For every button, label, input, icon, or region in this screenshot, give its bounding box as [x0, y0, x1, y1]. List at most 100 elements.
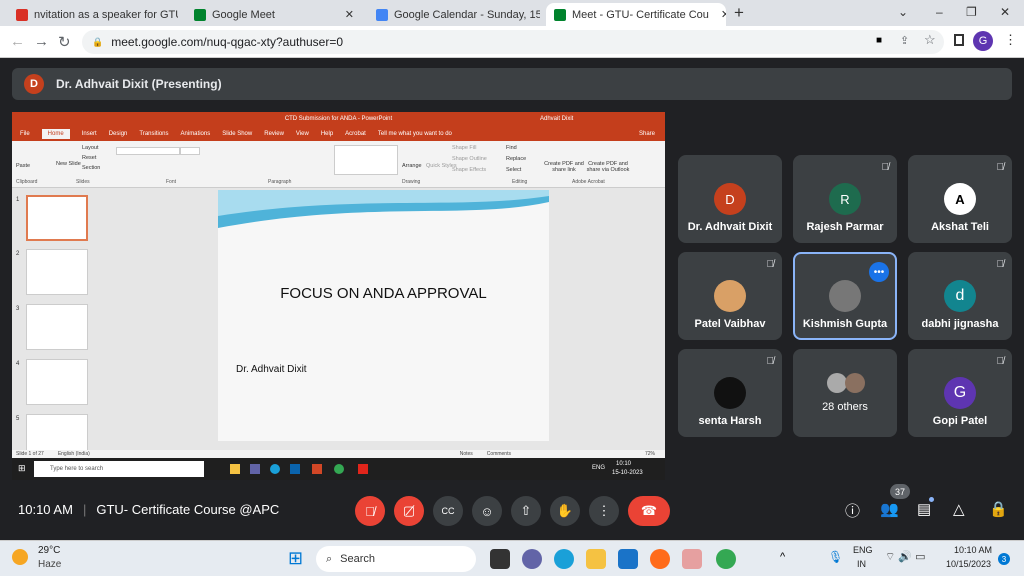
create-pdf-outlook-button[interactable]: Create PDF and share via Outlook: [586, 161, 630, 173]
ribbon-tab[interactable]: Transitions: [139, 131, 168, 137]
ribbon-tab[interactable]: Design: [109, 131, 128, 137]
activities-icon[interactable]: △: [953, 500, 965, 518]
side-panel-icon[interactable]: [954, 34, 964, 46]
mic-off-icon: 🎙̸: [996, 259, 1005, 270]
host-controls-icon[interactable]: 🔒: [989, 500, 1008, 518]
chat-icon[interactable]: ▤: [917, 500, 931, 518]
show-hidden-icons[interactable]: ^: [780, 551, 785, 563]
mail-icon[interactable]: [618, 549, 638, 569]
more-options-button[interactable]: ⋮: [589, 496, 619, 526]
wifi-volume-battery-icons[interactable]: ⌔ 🔊 ▭: [885, 550, 926, 564]
url-input[interactable]: 🔒 meet.google.com/nuq-qgac-xty?authuser=0: [82, 30, 944, 54]
create-pdf-button[interactable]: Create PDF and share link: [544, 161, 584, 173]
slide-canvas[interactable]: FOCUS ON ANDA APPROVAL Dr. Adhvait Dixit: [218, 190, 549, 441]
slide-thumbnail[interactable]: [26, 359, 88, 405]
replace-button[interactable]: Replace: [506, 156, 526, 162]
camera-icon[interactable]: ■: [876, 35, 882, 46]
back-icon[interactable]: ←: [10, 33, 25, 50]
participant-tile[interactable]: D Dr. Adhvait Dixit: [678, 155, 782, 243]
windows-start-button[interactable]: ⊞: [288, 549, 303, 567]
shared-screen: CTD Submission for ANDA - PowerPoint Adhv…: [12, 112, 665, 480]
select-button[interactable]: Select: [506, 167, 521, 173]
shapes-gallery[interactable]: [334, 145, 398, 175]
arrange-button[interactable]: Arrange: [402, 163, 422, 169]
minimize-button[interactable]: –: [936, 5, 943, 19]
find-button[interactable]: Find: [506, 145, 517, 151]
new-tab-button[interactable]: +: [734, 3, 744, 23]
tab-meet-active[interactable]: Meet - GTU- Certificate Cou ✕: [546, 3, 726, 26]
snipping-tool-icon[interactable]: [682, 549, 702, 569]
participant-tile[interactable]: 🎙̸ d dabhi jignasha: [908, 252, 1012, 340]
emoji-button[interactable]: ☺: [472, 496, 502, 526]
close-tab-icon[interactable]: ✕: [721, 8, 726, 21]
mic-toggle-button[interactable]: 🎙̸: [355, 496, 385, 526]
teams-icon: [250, 464, 260, 474]
font-size-box[interactable]: [180, 147, 200, 155]
camera-toggle-button[interactable]: ▢̸: [394, 496, 424, 526]
ribbon-tab[interactable]: Slide Show: [222, 131, 252, 137]
notification-badge[interactable]: 3: [998, 553, 1010, 565]
ribbon-tab[interactable]: File: [20, 131, 30, 137]
menu-icon[interactable]: ⋮: [1004, 32, 1017, 48]
raise-hand-button[interactable]: ✋: [550, 496, 580, 526]
ribbon-tab[interactable]: View: [296, 131, 309, 137]
forward-icon[interactable]: →: [34, 33, 49, 50]
participant-tile[interactable]: 🎙̸ Patel Vaibhav: [678, 252, 782, 340]
present-button[interactable]: ⇧: [511, 496, 541, 526]
ribbon-tab[interactable]: Acrobat: [345, 131, 366, 137]
slide-thumbnail[interactable]: [26, 195, 88, 241]
close-tab-icon[interactable]: ✕: [345, 8, 354, 21]
section-button[interactable]: Section: [82, 165, 100, 171]
ribbon-tab[interactable]: Animations: [181, 131, 211, 137]
shape-fill-button[interactable]: Shape Fill: [452, 145, 476, 151]
leave-call-button[interactable]: ☎: [628, 496, 670, 526]
participant-tile[interactable]: 🎙̸ G Gopi Patel: [908, 349, 1012, 437]
tab-gmail[interactable]: nvitation as a speaker for GTU co✕: [8, 3, 178, 26]
people-icon[interactable]: 👥: [880, 500, 899, 518]
ribbon-tab[interactable]: Help: [321, 131, 333, 137]
slide-thumbnail[interactable]: [26, 304, 88, 350]
new-slide-button[interactable]: New Slide: [56, 161, 81, 167]
ribbon-tab-home[interactable]: Home: [41, 129, 70, 139]
font-name-box[interactable]: [116, 147, 180, 155]
teams-chat-icon[interactable]: [522, 549, 542, 569]
tell-me-search[interactable]: Tell me what you want to do: [378, 131, 452, 137]
participant-tile[interactable]: 🎙̸ A Akshat Teli: [908, 155, 1012, 243]
close-window-button[interactable]: ✕: [1000, 5, 1010, 19]
reload-icon[interactable]: ↻: [58, 33, 71, 51]
others-tile[interactable]: 28 others: [793, 349, 897, 437]
reset-button[interactable]: Reset: [82, 155, 96, 161]
more-options-icon[interactable]: •••: [869, 262, 889, 282]
restore-button[interactable]: ❐: [966, 5, 977, 19]
edge-icon[interactable]: [554, 549, 574, 569]
taskbar-search[interactable]: ⌕ Search: [316, 546, 476, 572]
meeting-details-icon[interactable]: ⓘ: [845, 500, 860, 521]
share-icon[interactable]: ⇪: [900, 34, 909, 47]
participant-tile[interactable]: 🎙̸ senta Harsh: [678, 349, 782, 437]
file-explorer-icon[interactable]: [586, 549, 606, 569]
captions-button[interactable]: CC: [433, 496, 463, 526]
tab-google-calendar[interactable]: Google Calendar - Sunday, 15 O✕: [368, 3, 540, 26]
bookmark-star-icon[interactable]: ☆: [924, 32, 936, 48]
participant-tile-highlighted[interactable]: ••• Kishmish Gupta: [793, 252, 897, 340]
shape-effects-button[interactable]: Shape Effects: [452, 167, 486, 173]
ribbon-tab[interactable]: Insert: [82, 131, 97, 137]
paste-button[interactable]: Paste: [16, 163, 30, 169]
zoom-level[interactable]: 72%: [645, 451, 655, 457]
ribbon-tab[interactable]: Review: [264, 131, 284, 137]
notes-button[interactable]: Notes: [460, 451, 473, 457]
participant-tile[interactable]: 🎙̸ R Rajesh Parmar: [793, 155, 897, 243]
comments-button[interactable]: Comments: [487, 451, 511, 457]
search-icon: ⌕: [326, 552, 333, 565]
profile-avatar[interactable]: G: [973, 31, 993, 51]
tab-google-meet[interactable]: Google Meet ✕: [186, 3, 362, 26]
presenter-avatar: D: [24, 74, 44, 94]
share-button[interactable]: Share: [639, 131, 655, 137]
chrome-icon[interactable]: [716, 549, 736, 569]
tab-search-button[interactable]: ⌄: [898, 5, 908, 19]
task-view-icon[interactable]: [490, 549, 510, 569]
firefox-icon[interactable]: [650, 549, 670, 569]
slide-thumbnail[interactable]: [26, 249, 88, 295]
shape-outline-button[interactable]: Shape Outline: [452, 156, 487, 162]
layout-button[interactable]: Layout: [82, 145, 99, 151]
